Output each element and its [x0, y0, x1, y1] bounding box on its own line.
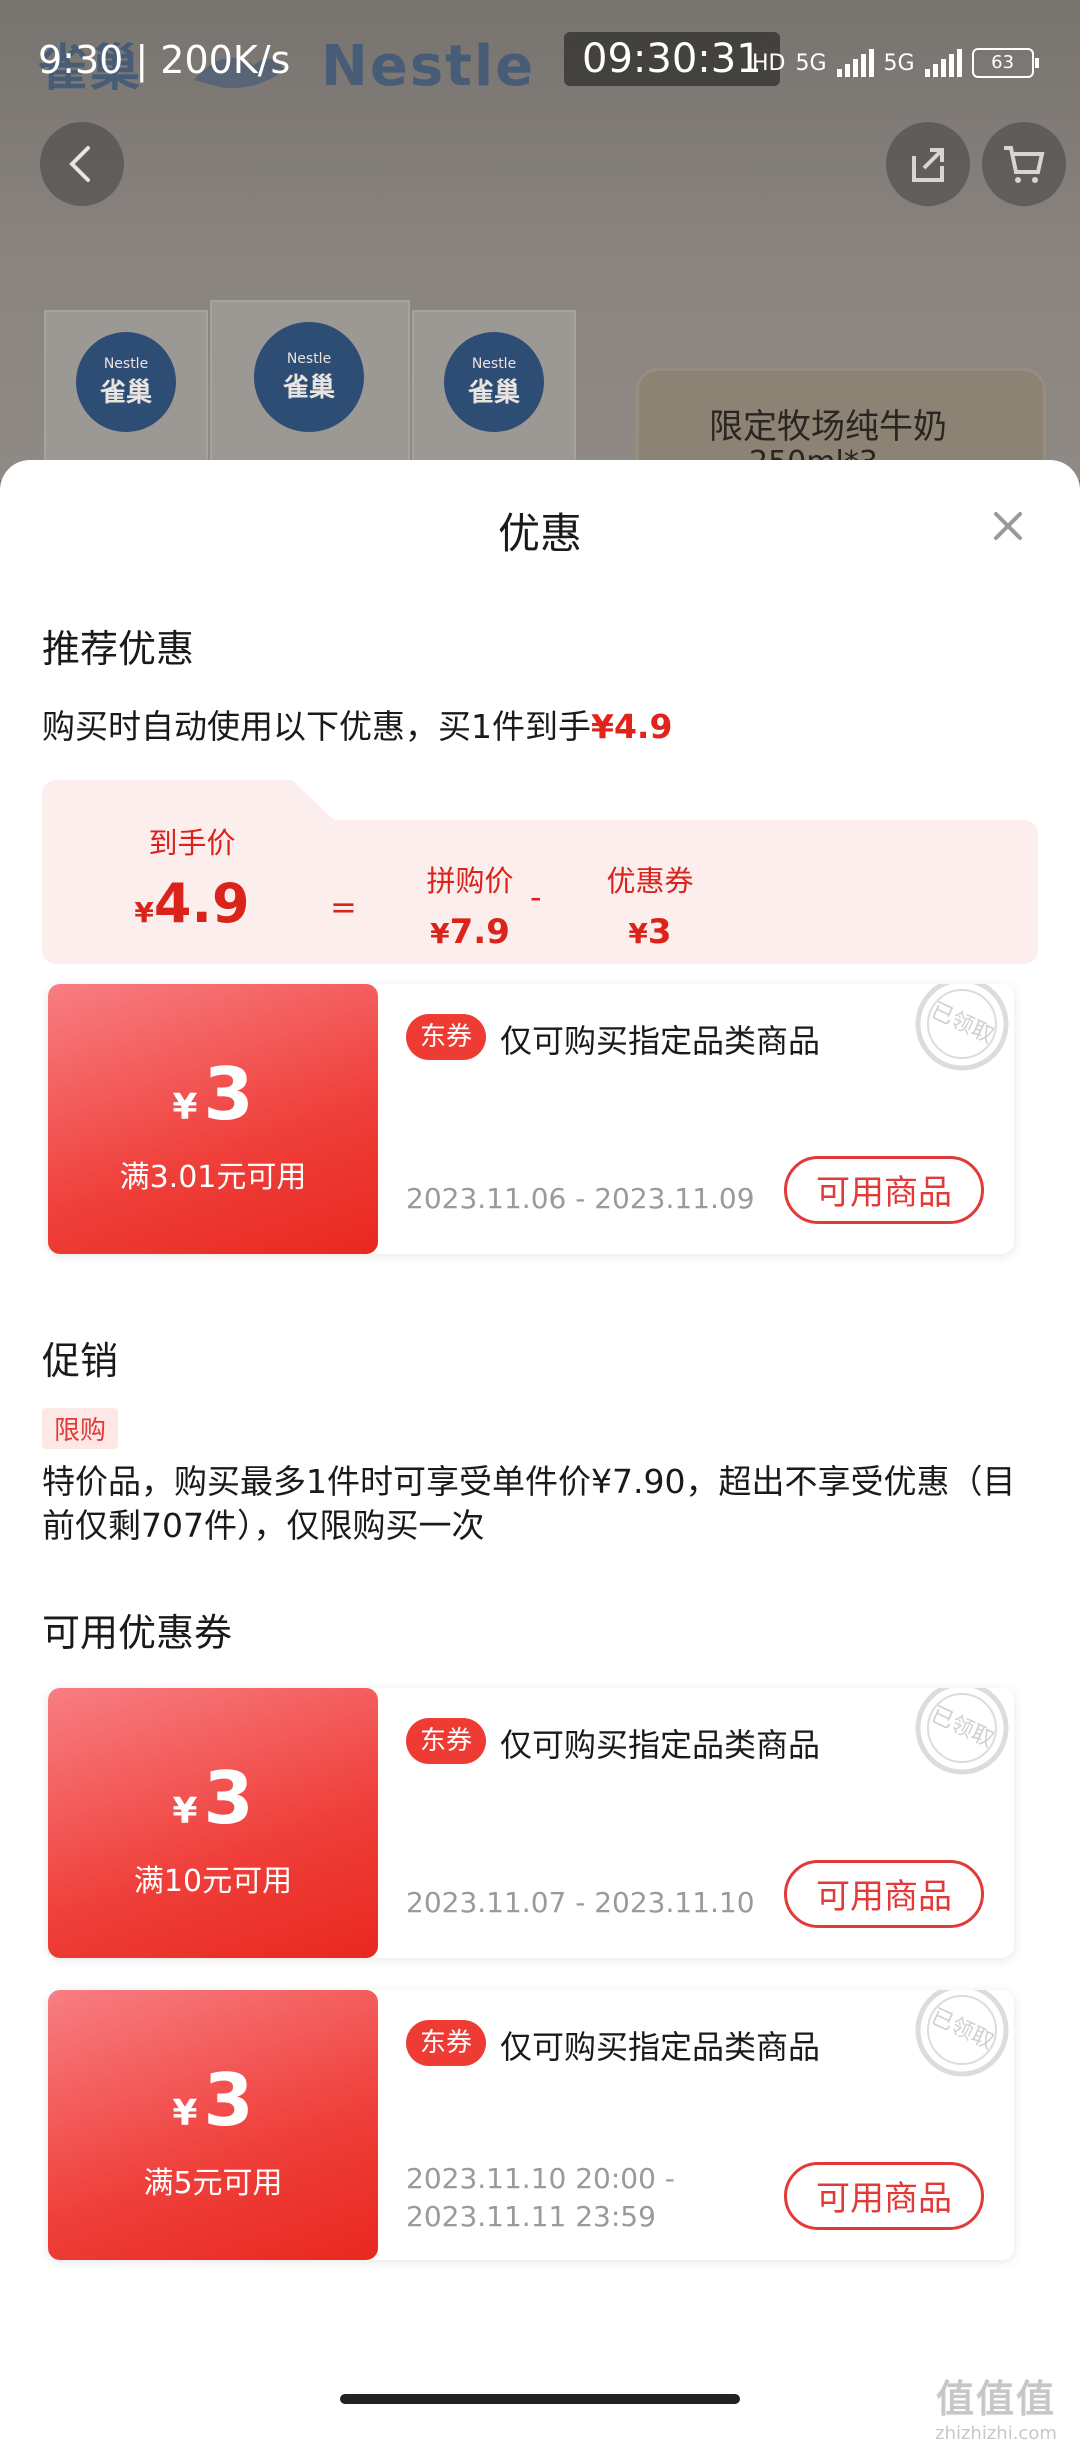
status-clock: 09:30:31 — [564, 32, 780, 86]
hd-icon: HD — [752, 50, 786, 76]
coupon-card: ¥3 满3.01元可用 东券 仅可购买指定品类商品 2023.11.06 - 2… — [48, 984, 1014, 1254]
share-icon — [912, 148, 944, 182]
minus-sign: - — [530, 878, 542, 916]
cart-icon — [1004, 146, 1045, 183]
final-price: 到手价 ¥4.9 — [134, 826, 250, 935]
coupon-amount-panel: ¥3 满3.01元可用 — [48, 984, 378, 1254]
coupon-desc: 仅可购买指定品类商品 — [500, 2028, 821, 2066]
available-products-button[interactable]: 可用商品 — [784, 1860, 984, 1928]
product-pack: Nestle 雀巢 — [44, 310, 208, 484]
sheet-title: 优惠 — [497, 509, 582, 558]
auto-apply-text: 购买时自动使用以下优惠，买1件到手¥4.9 — [42, 707, 673, 746]
close-icon — [994, 512, 1022, 540]
network-label: 5G — [883, 50, 915, 76]
share-button[interactable] — [886, 122, 970, 206]
coupon-desc: 仅可购买指定品类商品 — [500, 1022, 821, 1060]
coupon-price: 优惠券 ¥3 — [606, 864, 694, 952]
status-indicators: HD 5G 5G 63 — [752, 48, 1039, 78]
product-pack: Nestle 雀巢 — [210, 300, 410, 484]
coupon-desc: 仅可购买指定品类商品 — [500, 1726, 821, 1764]
coupon-date: 2023.11.07 - 2023.11.10 — [406, 1886, 755, 1919]
back-button[interactable] — [40, 122, 124, 206]
signal-icon — [836, 49, 874, 77]
available-products-button[interactable]: 可用商品 — [784, 1156, 984, 1224]
coupon-condition: 满5元可用 — [143, 2166, 283, 2201]
claimed-stamp-icon: 已领取 — [904, 984, 1014, 1094]
coupon-badge: 东券 — [406, 1014, 487, 1060]
coupon-condition: 满3.01元可用 — [119, 1160, 307, 1195]
offers-sheet: 优惠 推荐优惠 购买时自动使用以下优惠，买1件到手¥4.9 到手价 ¥4.9 =… — [0, 460, 1080, 2460]
available-products-button[interactable]: 可用商品 — [784, 2162, 984, 2230]
coupon-amount-panel: ¥3 满5元可用 — [48, 1990, 378, 2260]
svg-text:已领取: 已领取 — [927, 998, 997, 1049]
limit-tag: 限购 — [42, 1408, 119, 1449]
coupon-condition: 满10元可用 — [133, 1864, 293, 1899]
equals-sign: = — [330, 888, 357, 926]
coupon-date: 2023.11.06 - 2023.11.09 — [406, 1182, 755, 1215]
network-label: 5G — [795, 50, 827, 76]
coupon-card: ¥3 满5元可用 东券 仅可购买指定品类商品 2023.11.10 20:00 … — [48, 1990, 1014, 2260]
available-coupons-title: 可用优惠券 — [42, 1611, 233, 1655]
svg-text:已领取: 已领取 — [927, 2004, 997, 2055]
status-time-speed: 9:30 | 200K/s — [38, 38, 291, 82]
home-indicator[interactable] — [340, 2394, 740, 2404]
promotion-text: 特价品，购买最多1件时可享受单件价¥7.90，超出不享受优惠（目前仅剩707件）… — [42, 1462, 1016, 1545]
coupon-badge: 东券 — [406, 2020, 487, 2066]
signal-icon — [924, 49, 962, 77]
claimed-stamp-icon: 已领取 — [904, 1990, 1014, 2100]
chevron-left-icon — [69, 146, 90, 182]
coupon-amount-panel: ¥3 满10元可用 — [48, 1688, 378, 1958]
claimed-stamp-icon: 已领取 — [904, 1688, 1014, 1798]
coupon-badge: 东券 — [406, 1718, 487, 1764]
recommend-title: 推荐优惠 — [42, 627, 195, 671]
price-breakdown: 到手价 ¥4.9 = 拼购价 ¥7.9 - 优惠券 ¥3 — [42, 780, 1038, 964]
battery-icon: 63 — [971, 48, 1039, 78]
promotion-title: 促销 — [42, 1339, 119, 1383]
svg-text:已领取: 已领取 — [927, 1702, 997, 1753]
status-bar: 9:30 | 200K/s 09:30:31 HD 5G 5G 63 — [0, 30, 1080, 90]
coupon-date: 2023.11.10 20:00 - 2023.11.11 23:59 — [406, 2162, 675, 2233]
coupon-card: ¥3 满10元可用 东券 仅可购买指定品类商品 2023.11.07 - 202… — [48, 1688, 1014, 1958]
cart-button[interactable] — [982, 122, 1066, 206]
product-pack: Nestle 雀巢 — [412, 310, 576, 484]
site-watermark: 值值值 zhizhizhi.com — [935, 2377, 1057, 2444]
group-price: 拼购价 ¥7.9 — [426, 864, 514, 952]
close-button[interactable] — [980, 498, 1036, 554]
